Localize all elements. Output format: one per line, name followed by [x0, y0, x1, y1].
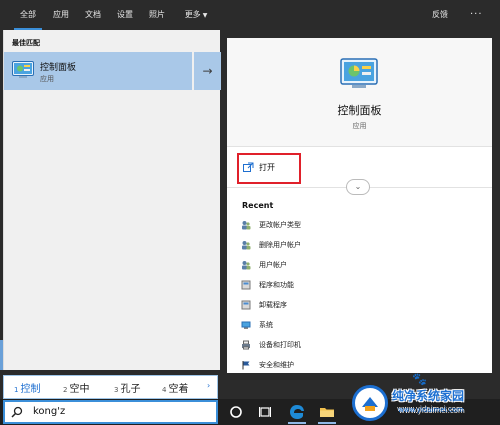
recent-item-label: 安全和维护	[259, 361, 294, 369]
taskbar-search-box[interactable]: kong'z	[3, 400, 218, 424]
tab-all[interactable]: 全部	[14, 0, 42, 30]
recent-item-label: 用户帐户	[259, 261, 287, 269]
watermark: 纯净系统家园 www.yidaimei.com	[352, 383, 497, 423]
control-panel-icon	[12, 61, 34, 78]
candidate-text: 空着	[168, 384, 189, 395]
open-label: 打开	[259, 163, 275, 172]
tab-label: 设置	[117, 10, 133, 19]
ime-candidate[interactable]: 1 控制	[14, 380, 40, 395]
recent-item-label: 设备和打印机	[259, 341, 301, 349]
candidate-number: 2	[63, 386, 68, 394]
ime-candidate[interactable]: 4 空着	[162, 380, 188, 395]
candidate-number: 4	[162, 386, 167, 394]
printer-icon	[242, 340, 250, 350]
ime-candidate-bar: 1 控制 2 空中 3 孔子 4 空着 ›	[3, 375, 218, 399]
desktop-edge	[0, 340, 3, 370]
tab-photos[interactable]: 照片	[144, 0, 170, 30]
active-app-indicator	[318, 422, 336, 424]
search-icon	[11, 406, 23, 418]
chevron-down-icon: ▼	[202, 12, 208, 19]
watermark-title: 纯净系统家园	[392, 389, 465, 403]
ime-next-page-button[interactable]: ›	[207, 381, 210, 390]
results-panel: 最佳匹配 控制面板 应用 →	[3, 30, 221, 370]
app-title: 控制面板	[337, 104, 382, 117]
watermark-logo-icon	[352, 385, 388, 421]
tab-documents[interactable]: 文档	[80, 0, 106, 30]
ime-candidate[interactable]: 2 空中	[63, 380, 89, 395]
control-panel-icon	[340, 58, 378, 88]
recent-item-label: 程序和功能	[259, 281, 294, 289]
tab-more[interactable]: 更多 ▼	[178, 0, 214, 30]
watermark-logo-glyph	[362, 397, 378, 411]
detail-panel: 控制面板 应用 打开 ⌄ Recent 更改帐户类型 删除用户帐户 用户帐户 程…	[227, 38, 492, 373]
recent-item-label: 删除用户帐户	[259, 241, 301, 249]
candidate-text: 孔子	[120, 384, 141, 395]
tab-label: 文档	[85, 10, 101, 19]
candidate-text: 控制	[20, 384, 41, 395]
cortana-icon[interactable]	[228, 404, 244, 420]
tab-settings[interactable]: 设置	[112, 0, 138, 30]
recent-item-label: 系统	[259, 321, 273, 329]
file-explorer-icon[interactable]	[319, 404, 335, 420]
active-app-indicator	[288, 422, 306, 424]
open-button[interactable]: 打开	[237, 153, 301, 184]
best-match-heading: 最佳匹配	[12, 39, 40, 47]
search-input[interactable]: kong'z	[33, 406, 65, 417]
task-view-icon[interactable]	[257, 404, 273, 420]
recent-item-label: 卸载程序	[259, 301, 287, 309]
tab-apps[interactable]: 应用	[48, 0, 74, 30]
programs-icon	[241, 280, 251, 290]
open-icon	[243, 162, 254, 172]
detail-header: 控制面板 应用	[227, 38, 492, 146]
expand-arrow-button[interactable]: →	[194, 52, 221, 90]
tab-label: 全部	[20, 10, 36, 19]
candidate-number: 3	[114, 386, 119, 394]
best-match-title: 控制面板	[40, 63, 77, 73]
ime-candidate[interactable]: 3 孔子	[114, 380, 140, 395]
divider	[227, 146, 492, 147]
candidate-number: 1	[14, 386, 19, 394]
tab-label: 更多	[184, 10, 201, 19]
feedback-button[interactable]: 反馈	[432, 0, 448, 30]
recent-heading: Recent	[242, 201, 274, 210]
users-icon	[242, 221, 251, 230]
expand-chevron-button[interactable]: ⌄	[346, 179, 370, 195]
app-subtitle: 应用	[352, 122, 367, 130]
best-match-subtitle: 应用	[40, 75, 54, 83]
recent-item-label: 更改帐户类型	[259, 221, 301, 229]
tab-label: 应用	[53, 10, 69, 19]
edge-browser-icon[interactable]	[289, 404, 305, 420]
search-filter-bar: 全部 应用 文档 设置 照片 更多 ▼ 反馈 ···	[0, 0, 500, 30]
best-match-item[interactable]: 控制面板 应用	[4, 52, 192, 90]
users-icon	[242, 261, 251, 270]
watermark-url: www.yidaimei.com	[398, 406, 464, 414]
system-icon	[241, 321, 251, 329]
users-icon	[242, 241, 251, 250]
more-options-icon[interactable]: ···	[470, 0, 483, 30]
candidate-text: 空中	[69, 384, 90, 395]
programs-icon	[241, 300, 251, 310]
tab-label: 照片	[149, 10, 165, 19]
flag-icon	[242, 361, 250, 370]
